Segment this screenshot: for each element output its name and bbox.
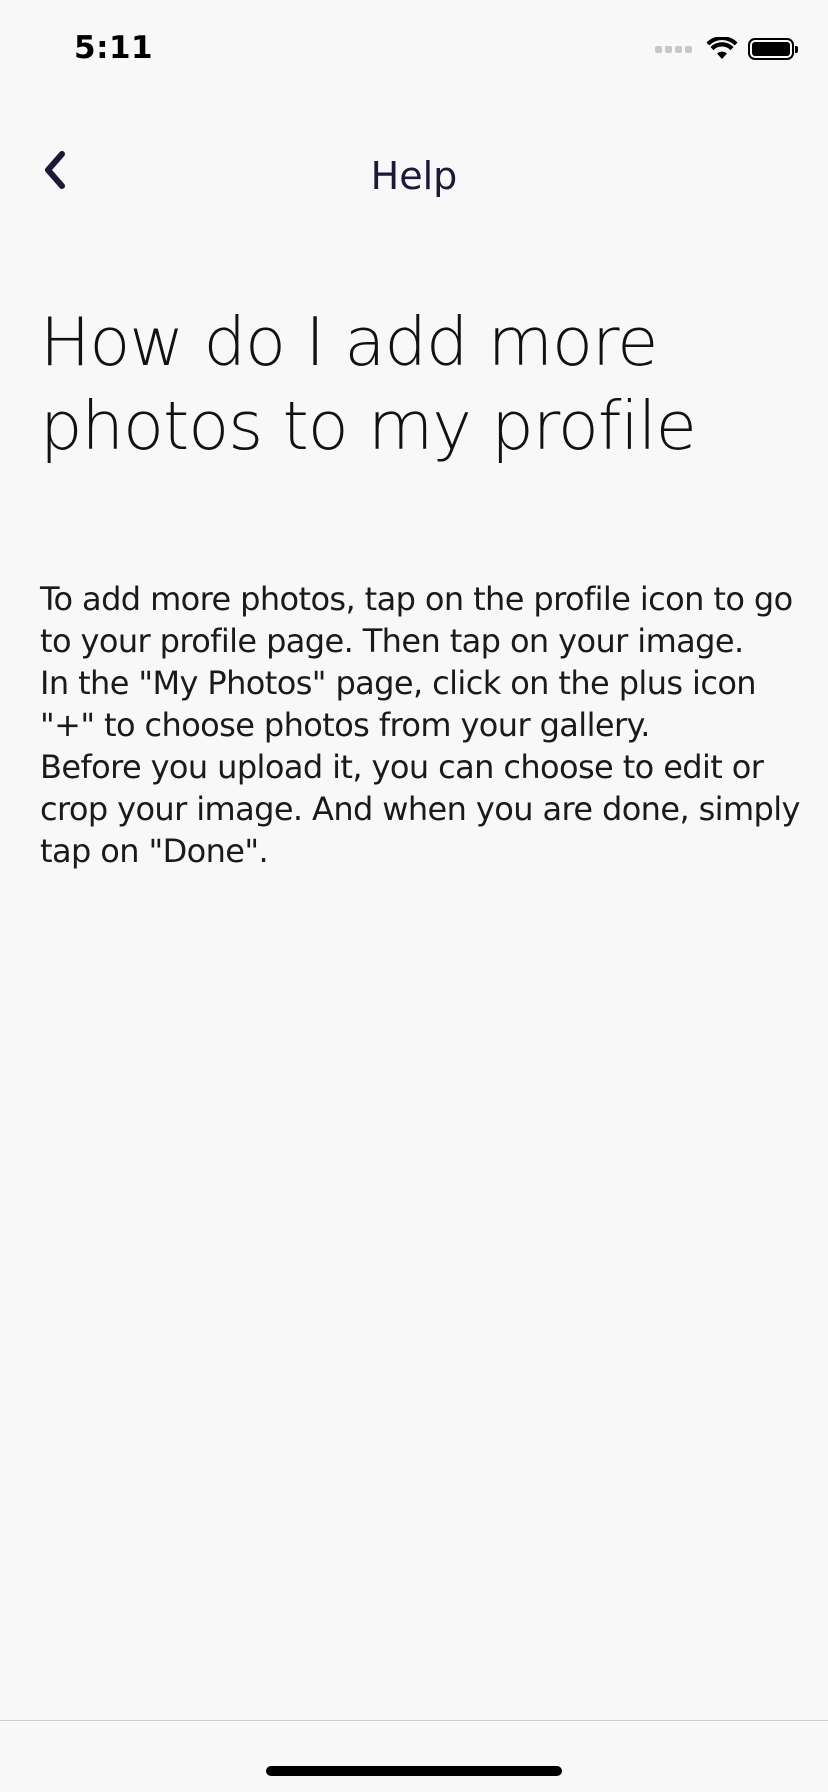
status-icons [655,34,798,64]
nav-bar: Help [0,130,828,220]
help-article: How do I add more photos to my profile T… [40,300,800,872]
wifi-icon [706,37,738,59]
article-body: To add more photos, tap on the profile i… [40,580,800,870]
bottom-divider [0,1720,828,1721]
home-indicator[interactable] [266,1766,562,1776]
status-bar: 5:11 [0,0,828,100]
signal-icon [655,45,692,53]
status-time: 5:11 [74,30,154,66]
battery-icon [748,38,798,60]
page-title: Help [370,154,458,198]
article-title: How do I add more photos to my profile [40,303,697,465]
